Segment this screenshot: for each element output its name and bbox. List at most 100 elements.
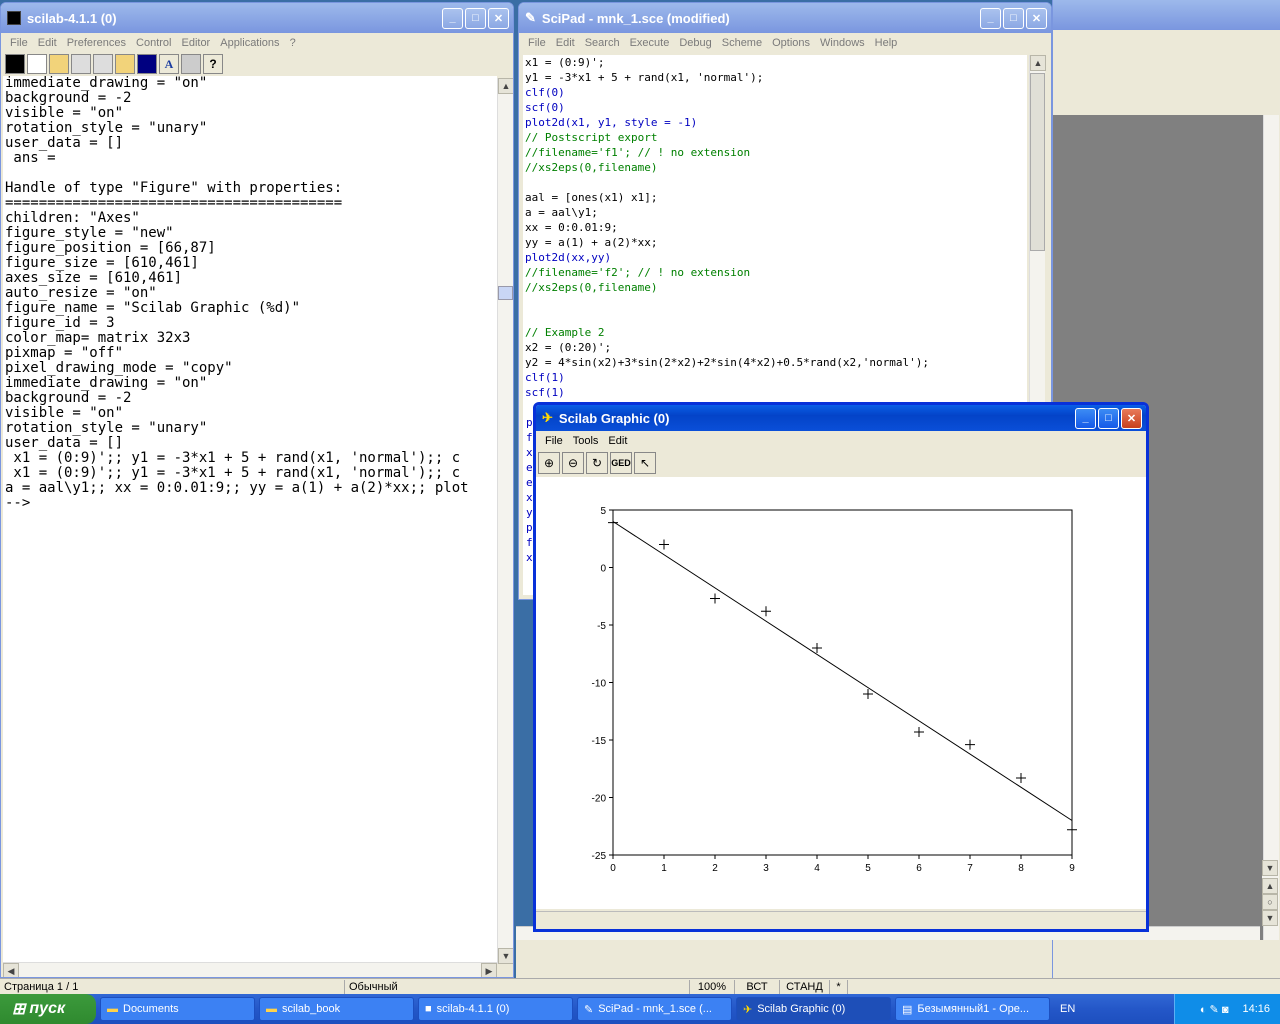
task-scipad[interactable]: ✎ SciPad - mnk_1.sce (... bbox=[577, 997, 732, 1021]
right-app-scrollbar[interactable]: ▼ ▲ ○ ▼ bbox=[1262, 860, 1278, 926]
scroll-up-button[interactable]: ▲ bbox=[1030, 55, 1046, 71]
next-page-button[interactable]: ▼ bbox=[1262, 910, 1278, 926]
graphic-titlebar[interactable]: ✈ Scilab Graphic (0) _ □ ✕ bbox=[536, 405, 1146, 431]
scroll-up-button[interactable]: ▲ bbox=[498, 78, 513, 94]
console-line: axes_size = [610,461] bbox=[5, 270, 183, 286]
menu-edit[interactable]: Edit bbox=[33, 37, 62, 49]
menu-help[interactable]: Help bbox=[870, 37, 903, 49]
menu-tools[interactable]: Tools bbox=[568, 435, 604, 447]
close-button[interactable]: ✕ bbox=[488, 7, 509, 29]
selection-mode-indicator[interactable]: СТАНД bbox=[780, 979, 830, 994]
scilab-logo-icon[interactable] bbox=[5, 54, 25, 74]
insert-mode-indicator[interactable]: ВСТ bbox=[735, 979, 780, 994]
plot-canvas[interactable]: 0 1 2 3 4 5 6 7 8 9 5 0 -5 -10 -15 -20 -25 bbox=[536, 477, 1146, 909]
menu-preferences[interactable]: Preferences bbox=[62, 37, 131, 49]
console-titlebar[interactable]: scilab-4.1.1 (0) _ □ ✕ bbox=[1, 3, 513, 33]
copy-icon[interactable] bbox=[71, 54, 91, 74]
console-vscrollbar[interactable]: ▲ ▼ bbox=[497, 78, 513, 964]
menu-edit[interactable]: Edit bbox=[603, 435, 632, 447]
console-menubar: File Edit Preferences Control Editor App… bbox=[1, 33, 513, 53]
data-point bbox=[965, 739, 975, 750]
zoom-in-icon[interactable]: ⊕ bbox=[538, 452, 560, 474]
menu-help[interactable]: ? bbox=[285, 37, 301, 49]
code-line-fragment: x bbox=[526, 491, 533, 504]
menu-file[interactable]: File bbox=[523, 37, 551, 49]
code-line: x1 = (0:9)'; bbox=[525, 56, 605, 69]
menu-editor[interactable]: Editor bbox=[176, 37, 215, 49]
code-line: // Postscript export bbox=[525, 131, 658, 144]
scipad-titlebar[interactable]: ✎ SciPad - mnk_1.sce (modified) _ □ ✕ bbox=[519, 3, 1051, 33]
scroll-down-button[interactable]: ▼ bbox=[1262, 860, 1278, 876]
menu-windows[interactable]: Windows bbox=[815, 37, 870, 49]
console-output[interactable]: immediate_drawing = "on" background = -2 v… bbox=[3, 76, 497, 962]
maximize-button[interactable]: □ bbox=[1003, 7, 1024, 29]
rotate-icon[interactable]: ↻ bbox=[586, 452, 608, 474]
console-line: x1 = (0:9)';; y1 = -3*x1 + 5 + rand(x1, … bbox=[5, 465, 461, 481]
console-line: auto_resize = "on" bbox=[5, 285, 157, 301]
console-line: children: "Axes" bbox=[5, 210, 140, 226]
menu-debug[interactable]: Debug bbox=[674, 37, 716, 49]
menu-search[interactable]: Search bbox=[580, 37, 625, 49]
task-scilab-console[interactable]: ■ scilab-4.1.1 (0) bbox=[418, 997, 573, 1021]
maximize-button[interactable]: □ bbox=[465, 7, 486, 29]
code-line: aal = [ones(x1) x1]; bbox=[525, 191, 658, 204]
scroll-thumb[interactable] bbox=[498, 286, 513, 300]
menu-edit[interactable]: Edit bbox=[551, 37, 580, 49]
print-icon[interactable] bbox=[181, 54, 201, 74]
menu-file[interactable]: File bbox=[540, 435, 568, 447]
scilab-bird-icon: ✈ bbox=[542, 410, 553, 425]
font-icon[interactable]: A bbox=[159, 54, 179, 74]
minimize-button[interactable]: _ bbox=[442, 7, 463, 29]
scroll-thumb[interactable] bbox=[1030, 73, 1045, 251]
task-scilab-graphic[interactable]: ✈ Scilab Graphic (0) bbox=[736, 997, 891, 1021]
help-icon[interactable]: ? bbox=[203, 54, 223, 74]
close-button[interactable]: ✕ bbox=[1026, 7, 1047, 29]
task-label: SciPad - mnk_1.sce (... bbox=[598, 1003, 712, 1015]
close-button[interactable]: ✕ bbox=[1121, 407, 1142, 429]
task-openoffice-doc[interactable]: ▤ Безымянный1 - Ope... bbox=[895, 997, 1050, 1021]
console-hscrollbar[interactable]: ◀ ▶ bbox=[3, 962, 497, 977]
open-folder-icon[interactable] bbox=[49, 54, 69, 74]
menu-scheme[interactable]: Scheme bbox=[717, 37, 767, 49]
minimize-button[interactable]: _ bbox=[1075, 407, 1096, 429]
data-point bbox=[863, 689, 873, 699]
start-button[interactable]: ⊞ пуск bbox=[0, 994, 96, 1024]
scroll-left-button[interactable]: ◀ bbox=[3, 963, 19, 977]
zoom-indicator[interactable]: 100% bbox=[690, 979, 735, 994]
task-scilab-book[interactable]: ▬ scilab_book bbox=[259, 997, 414, 1021]
ged-button[interactable]: GED bbox=[610, 452, 632, 474]
code-line: //xs2eps(0,filename) bbox=[525, 281, 658, 294]
pointer-icon[interactable]: ↖ bbox=[634, 452, 656, 474]
x-tick-label: 6 bbox=[916, 863, 922, 874]
menu-execute[interactable]: Execute bbox=[625, 37, 675, 49]
console-line: background = -2 bbox=[5, 90, 132, 106]
x-tick-label: 2 bbox=[712, 863, 718, 874]
data-point bbox=[608, 517, 618, 528]
menu-options[interactable]: Options bbox=[767, 37, 815, 49]
paste-icon[interactable] bbox=[93, 54, 113, 74]
zoom-out-icon[interactable]: ⊖ bbox=[562, 452, 584, 474]
new-file-icon[interactable] bbox=[27, 54, 47, 74]
language-indicator[interactable]: EN bbox=[1060, 1003, 1075, 1015]
menu-applications[interactable]: Applications bbox=[215, 37, 284, 49]
scroll-right-button[interactable]: ▶ bbox=[481, 963, 497, 977]
select-browse-button[interactable]: ○ bbox=[1262, 894, 1278, 910]
scroll-down-button[interactable]: ▼ bbox=[498, 948, 513, 964]
task-documents[interactable]: ▬ Documents bbox=[100, 997, 255, 1021]
menu-control[interactable]: Control bbox=[131, 37, 176, 49]
minimize-button[interactable]: _ bbox=[980, 7, 1001, 29]
menu-file[interactable]: File bbox=[5, 37, 33, 49]
maximize-button[interactable]: □ bbox=[1098, 407, 1119, 429]
prev-page-button[interactable]: ▲ bbox=[1262, 878, 1278, 894]
code-line-fragment: y bbox=[526, 506, 533, 519]
x-tick-label: 1 bbox=[661, 863, 667, 874]
change-dir-icon[interactable] bbox=[115, 54, 135, 74]
console-line: pixmap = "off" bbox=[5, 345, 124, 361]
scipad-menubar: File Edit Search Execute Debug Scheme Op… bbox=[519, 33, 1051, 53]
console-line: --> bbox=[5, 495, 31, 511]
graphics-window-icon[interactable] bbox=[137, 54, 157, 74]
y-tick-label: 0 bbox=[600, 564, 606, 575]
y-tick-label: -25 bbox=[592, 851, 607, 862]
